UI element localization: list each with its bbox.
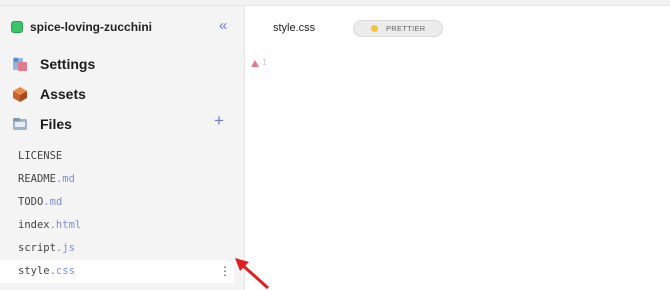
glitch-editor: spice-loving-zucchini « Settings Assets xyxy=(0,0,670,290)
prettier-button[interactable]: PRETTIER xyxy=(353,20,443,37)
file-base-name: TODO xyxy=(18,196,44,208)
file-extension: .html xyxy=(49,219,82,231)
sidebar-item-files[interactable]: Files + xyxy=(0,111,245,137)
file-item-license[interactable]: LICENSE xyxy=(0,145,245,168)
collapse-sidebar-button[interactable]: « xyxy=(219,17,227,34)
sidebar-item-settings[interactable]: Settings xyxy=(0,51,245,77)
current-file-tab[interactable]: style.css xyxy=(273,22,315,34)
project-header[interactable]: spice-loving-zucchini « xyxy=(0,16,245,40)
file-item-index[interactable]: index.html xyxy=(0,214,245,237)
file-base-name: index xyxy=(18,219,50,231)
file-base-name: README xyxy=(18,173,56,185)
prettier-label: PRETTIER xyxy=(386,24,426,33)
sidebar-item-label: Assets xyxy=(40,86,86,102)
file-base-name: LICENSE xyxy=(18,150,63,162)
file-item-readme[interactable]: README.md xyxy=(0,168,245,191)
file-options-button[interactable]: ⋮ xyxy=(219,260,231,283)
sidebar-item-label: Settings xyxy=(40,56,96,72)
project-name[interactable]: spice-loving-zucchini xyxy=(30,20,152,34)
sidebar-item-label: Files xyxy=(40,116,72,132)
file-extension: .md xyxy=(55,173,75,185)
sidebar-item-assets[interactable]: Assets xyxy=(0,81,245,107)
prettier-icon xyxy=(371,25,378,32)
file-item-style[interactable]: style.css ⋮ xyxy=(0,260,234,283)
project-logo-icon xyxy=(11,21,23,33)
add-file-button[interactable]: + xyxy=(214,111,224,131)
sidebar: spice-loving-zucchini « Settings Assets xyxy=(0,6,245,290)
files-folder-icon xyxy=(13,118,27,130)
file-list: LICENSE README.md TODO.md index.html scr… xyxy=(0,145,245,283)
settings-icon xyxy=(13,57,27,71)
editor-tabbar: style.css PRETTIER xyxy=(245,6,670,46)
annotation-arrow-icon xyxy=(235,258,269,290)
line-number: 1 xyxy=(262,58,267,67)
file-extension: .md xyxy=(43,196,63,208)
code-editor[interactable]: 1 xyxy=(245,46,670,290)
assets-icon xyxy=(13,87,27,102)
file-item-script[interactable]: script.js xyxy=(0,237,245,260)
file-item-todo[interactable]: TODO.md xyxy=(0,191,245,214)
file-base-name: script xyxy=(18,242,56,254)
file-extension: .js xyxy=(55,242,75,254)
file-base-name: style xyxy=(18,265,50,277)
file-extension: .css xyxy=(49,265,75,277)
warning-icon xyxy=(251,60,259,67)
